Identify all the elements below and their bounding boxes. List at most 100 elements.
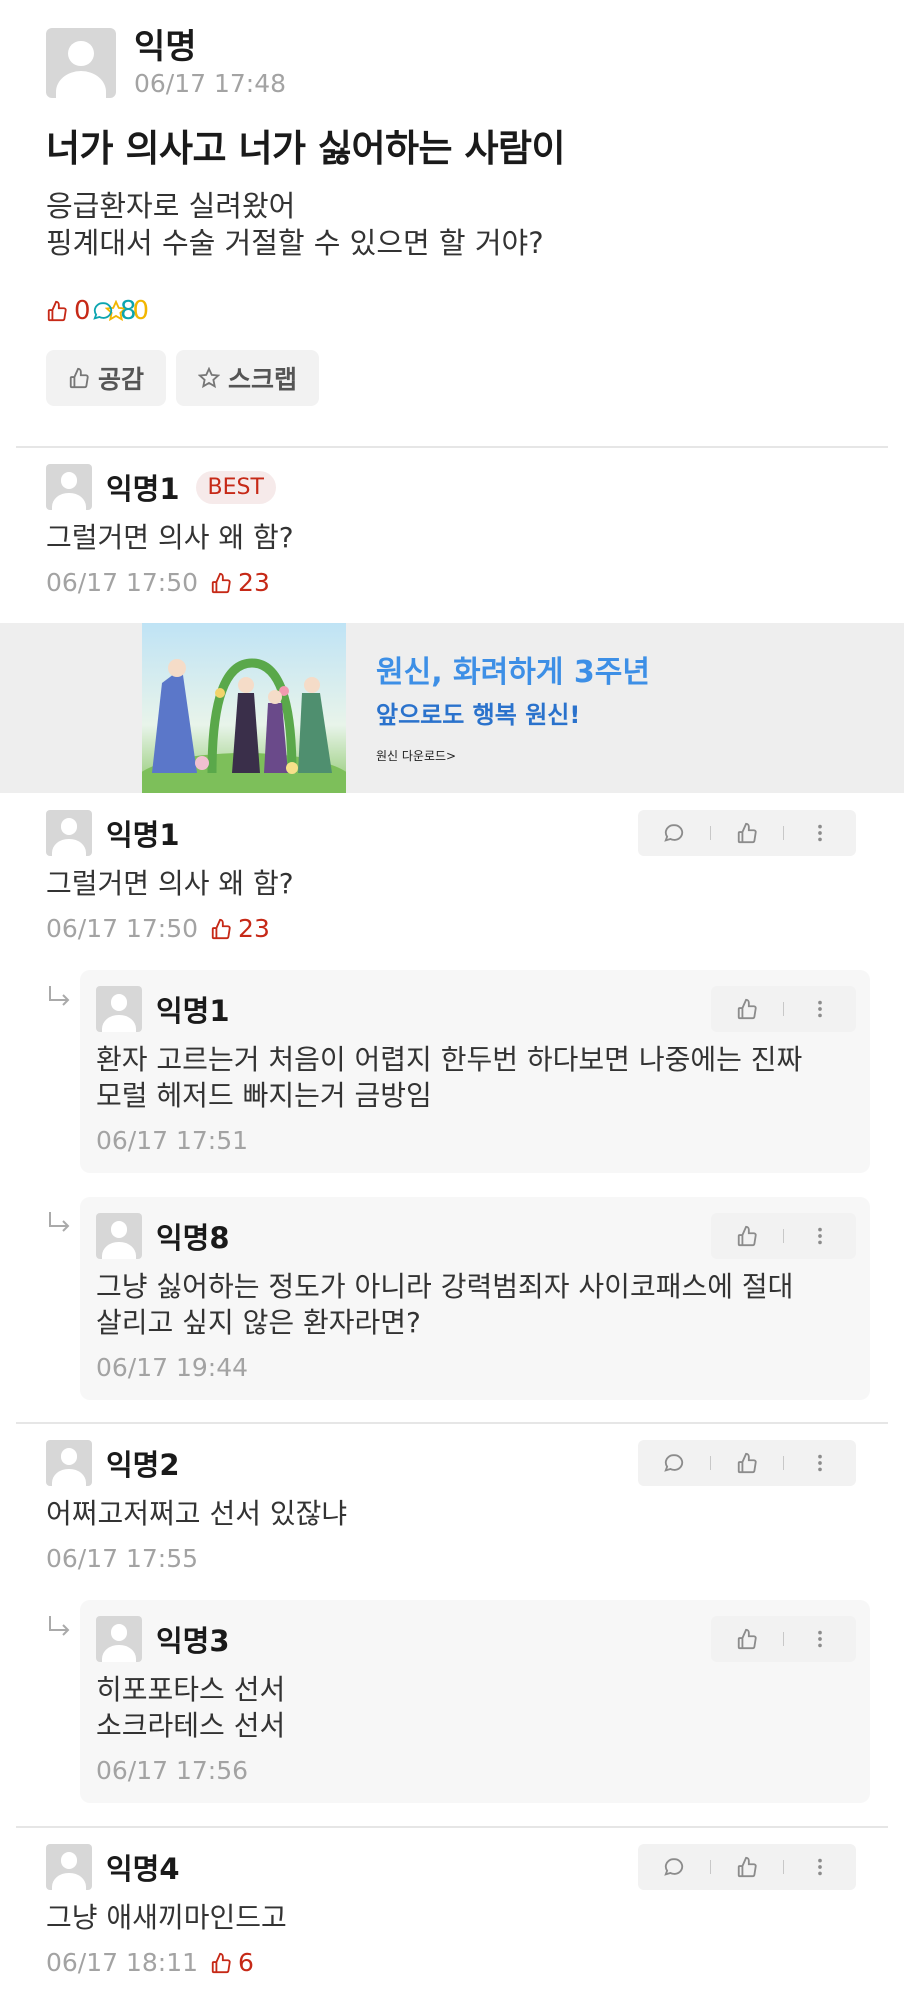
more-vertical-icon <box>818 1630 822 1648</box>
thumbs-up-icon <box>47 300 67 322</box>
ad-banner[interactable]: 원신, 화려하게 3주년 앞으로도 행복 원신! 원신 다운로드> <box>0 623 904 793</box>
like-stat: 0 <box>46 296 91 326</box>
comment-icon <box>93 302 113 320</box>
more-vertical-icon <box>818 1227 822 1245</box>
thumbs-up-icon <box>211 918 231 939</box>
reply-like-button[interactable] <box>725 1616 769 1662</box>
comment-author: 익명1 <box>106 818 180 852</box>
comment-like-count: 23 <box>238 568 270 597</box>
thumbs-up-icon <box>69 367 89 389</box>
comment-icon <box>664 1858 684 1876</box>
more-button[interactable] <box>798 1440 842 1486</box>
comment-like-button[interactable] <box>725 1440 769 1486</box>
comment-text: 그냥 애새끼마인드고 <box>46 1901 287 1934</box>
thumbs-up-icon <box>737 1452 757 1474</box>
thumbs-up-icon <box>737 1856 757 1878</box>
best-badge: BEST <box>195 470 276 504</box>
post-author: 익명 <box>134 27 197 67</box>
reply-arrow-icon <box>49 1212 70 1232</box>
comment-author: 익명1 <box>106 472 180 506</box>
reply-text-line: 소크라테스 선서 <box>96 1709 286 1742</box>
comment-like-button[interactable] <box>725 810 769 856</box>
post-stats: 0 8 0 <box>46 296 866 326</box>
comment-icon <box>664 1454 684 1472</box>
more-vertical-icon <box>818 1454 822 1472</box>
comment-likes: 23 <box>210 568 270 597</box>
more-button[interactable] <box>798 1844 842 1890</box>
reply-toolbar <box>711 1213 856 1259</box>
reply-like-button[interactable] <box>725 986 769 1032</box>
best-comment: 익명1 BEST 그럴거면 의사 왜 함? 06/17 17:50 23 <box>46 464 866 597</box>
avatar <box>96 1616 142 1662</box>
like-count: 0 <box>74 296 91 326</box>
post-actions: 공감 스크랩 <box>46 350 866 406</box>
star-icon <box>198 367 221 389</box>
comment-likes: 23 <box>210 914 270 943</box>
reply-author: 익명3 <box>156 1624 230 1658</box>
more-button[interactable] <box>798 986 842 1032</box>
comment: 익명2 어쩌고저쩌고 선서 있잖냐 06/17 17:55 <box>46 1440 856 1573</box>
like-button-label: 공감 <box>98 365 145 394</box>
like-button[interactable]: 공감 <box>46 350 167 406</box>
reply-text-line: 환자 고르는거 처음이 어렵지 한두번 하다보면 나중에는 진짜 <box>96 1043 803 1076</box>
thumbs-up-icon <box>211 572 231 593</box>
avatar <box>46 1844 92 1890</box>
comment-time: 06/17 17:55 <box>46 1544 199 1573</box>
post: 익명 06/17 17:48 너가 의사고 너가 싫어하는 사람이 응급환자로 … <box>46 26 866 406</box>
reply-button[interactable] <box>652 810 696 856</box>
reply-time: 06/17 17:56 <box>96 1756 249 1785</box>
reply-button[interactable] <box>652 1844 696 1890</box>
comment-toolbar <box>638 1440 856 1486</box>
thumbs-up-icon <box>211 1952 231 1973</box>
more-vertical-icon <box>818 1000 822 1018</box>
scrap-button-label: 스크랩 <box>228 365 298 394</box>
post-body: 응급환자로 실려왔어 핑계대서 수술 거절할 수 있으면 할 거야? <box>46 188 866 262</box>
divider <box>16 1826 888 1828</box>
reply-author: 익명8 <box>156 1221 230 1255</box>
comment-text: 그럴거면 의사 왜 함? <box>46 521 294 554</box>
comment-like-count: 23 <box>238 914 270 943</box>
reply-button[interactable] <box>652 1440 696 1486</box>
more-button[interactable] <box>798 1616 842 1662</box>
comment-toolbar <box>638 1844 856 1890</box>
reply-like-button[interactable] <box>725 1213 769 1259</box>
comment-like-button[interactable] <box>725 1844 769 1890</box>
scrap-button[interactable]: 스크랩 <box>176 350 320 406</box>
avatar <box>46 1440 92 1486</box>
post-body-line: 핑계대서 수술 거절할 수 있으면 할 거야? <box>46 226 544 260</box>
reply-arrow-icon <box>49 986 70 1006</box>
ad-download-link[interactable]: 원신 다운로드> <box>376 747 456 764</box>
reply-author: 익명1 <box>156 994 230 1028</box>
avatar <box>96 1213 142 1259</box>
divider <box>16 1422 888 1424</box>
ad-image <box>142 623 346 793</box>
comment-time: 06/17 17:50 <box>46 568 199 597</box>
thumbs-up-icon <box>737 1225 757 1247</box>
reply-text-line: 모럴 헤저드 빠지는거 금방임 <box>96 1079 432 1112</box>
reply-toolbar <box>711 986 856 1032</box>
reply-text-line: 히포포타스 선서 <box>96 1673 286 1706</box>
more-vertical-icon <box>818 824 822 842</box>
thumbs-up-icon <box>737 1628 757 1650</box>
comment-author: 익명2 <box>106 1448 180 1482</box>
comment-time: 06/17 18:11 <box>46 1948 199 1977</box>
post-title: 너가 의사고 너가 싫어하는 사람이 <box>46 127 566 170</box>
reply: 익명3 히포포타스 선서 소크라테스 선서 06/17 17:56 <box>80 1600 870 1803</box>
comment-text: 어쩌고저쩌고 선서 있잖냐 <box>46 1497 348 1530</box>
thumbs-up-icon <box>737 998 757 1020</box>
reply-text-line: 살리고 싶지 않은 환자라면? <box>96 1306 421 1339</box>
avatar <box>96 986 142 1032</box>
reply-arrow-icon <box>49 1616 70 1636</box>
avatar <box>46 810 92 856</box>
more-vertical-icon <box>818 1858 822 1876</box>
more-button[interactable] <box>798 1213 842 1259</box>
post-body-line: 응급환자로 실려왔어 <box>46 189 296 223</box>
comment: 익명4 그냥 애새끼마인드고 06/17 18:11 6 <box>46 1844 856 1977</box>
avatar <box>46 28 116 98</box>
reply-text: 환자 고르는거 처음이 어렵지 한두번 하다보면 나중에는 진짜 모럴 헤저드 … <box>96 1042 854 1114</box>
post-header: 익명 06/17 17:48 <box>46 26 866 100</box>
reply-toolbar <box>711 1616 856 1662</box>
more-button[interactable] <box>798 810 842 856</box>
reply: 익명8 그냥 싫어하는 정도가 아니라 강력범죄자 사이코패스에 절대 살리고 … <box>80 1197 870 1400</box>
reply: 익명1 환자 고르는거 처음이 어렵지 한두번 하다보면 나중에는 진짜 모럴 … <box>80 970 870 1173</box>
